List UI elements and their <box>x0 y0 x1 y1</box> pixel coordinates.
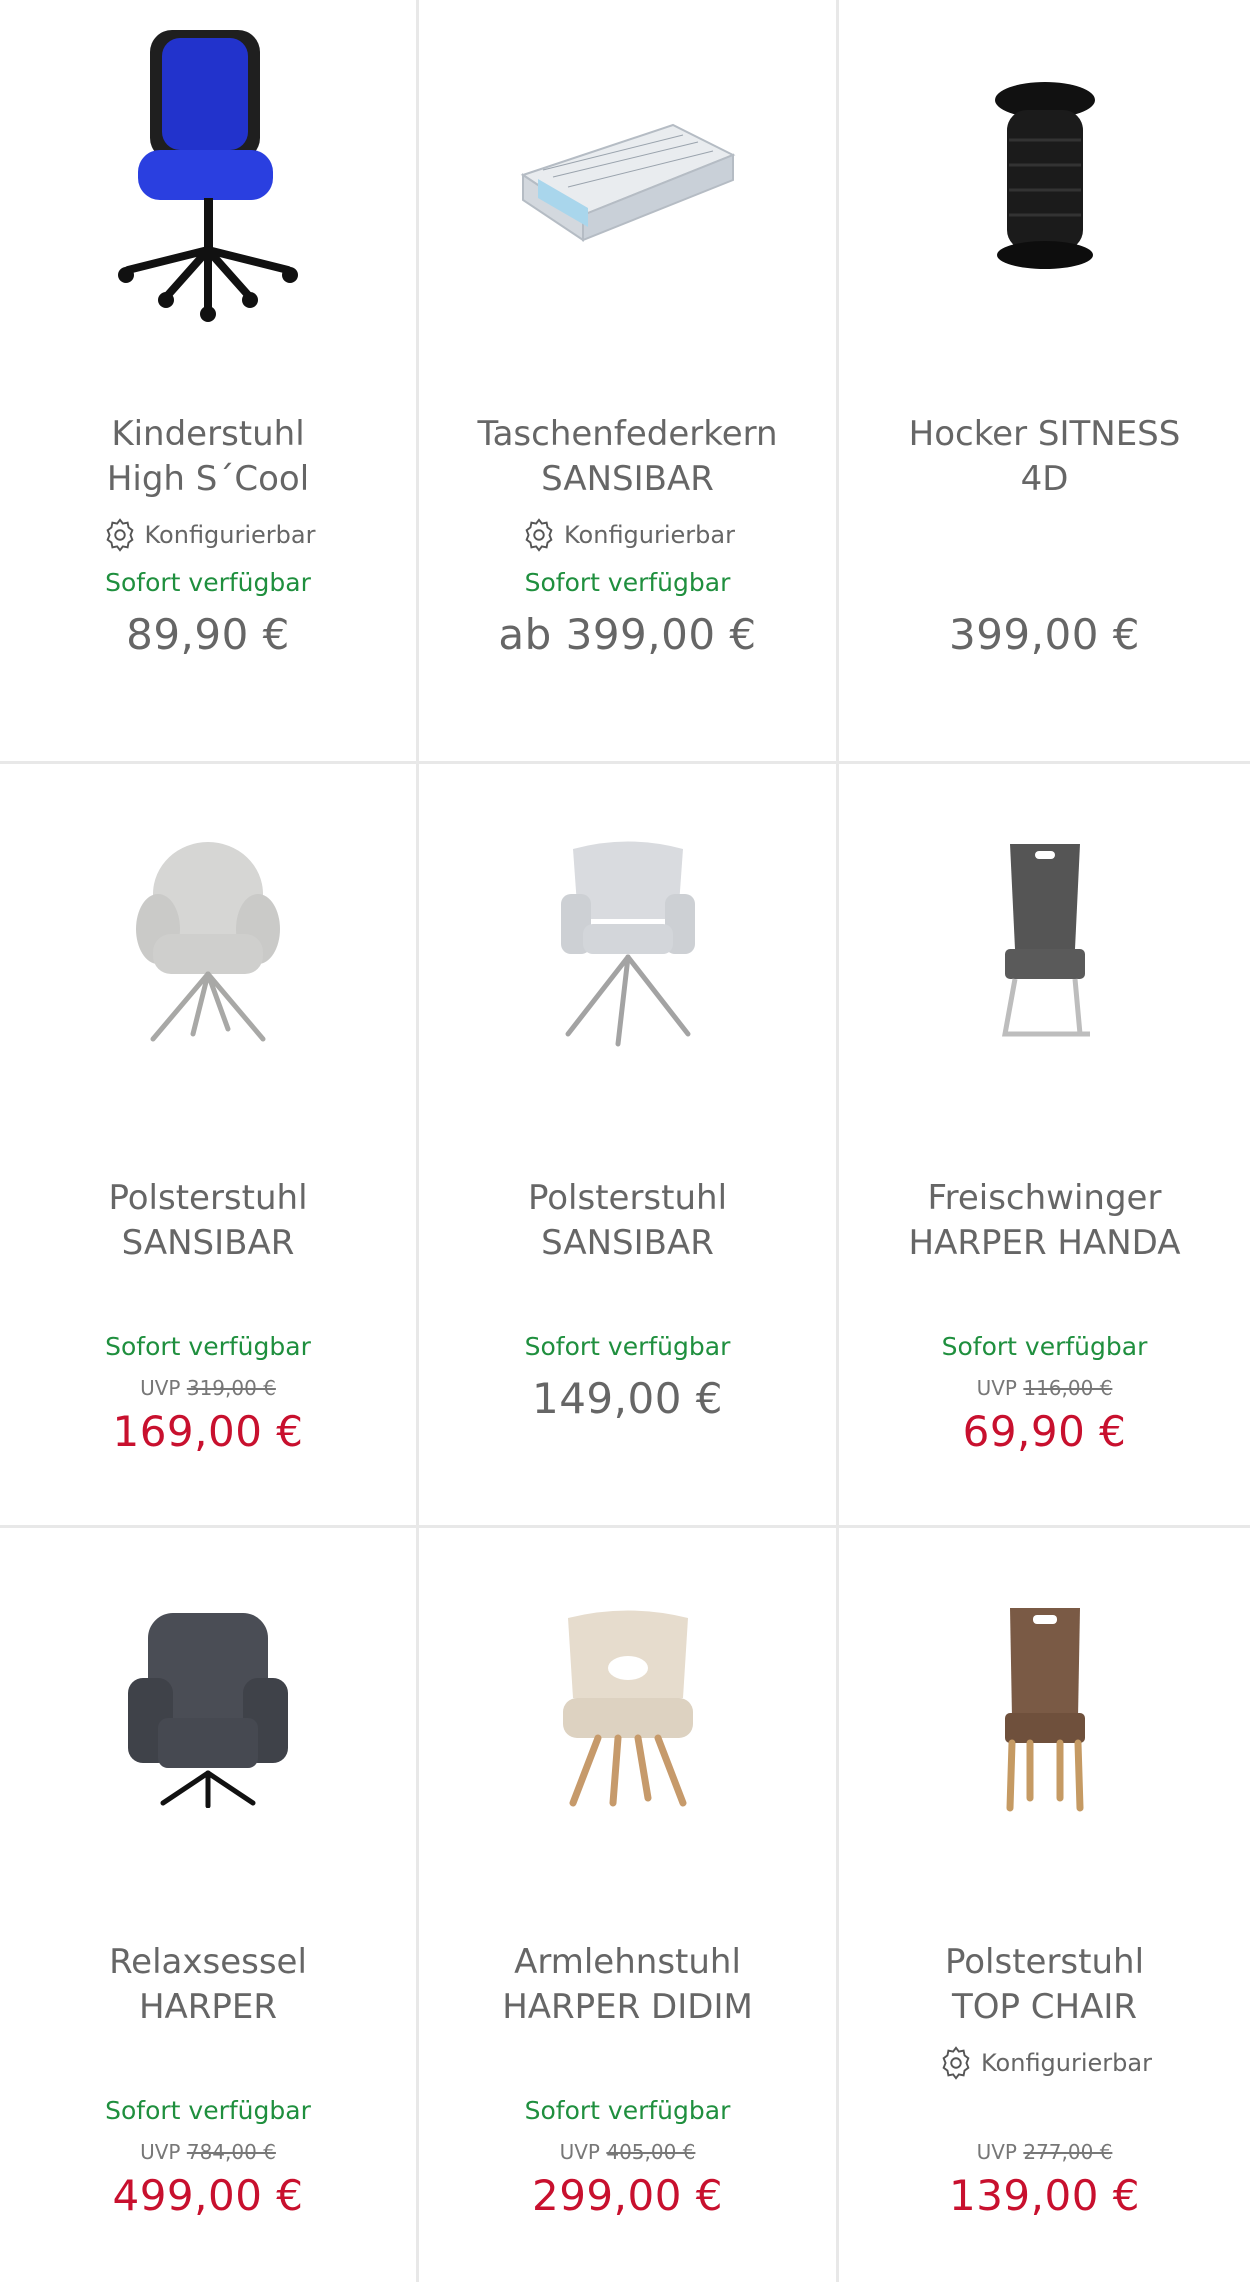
product-name-line2: SANSIBAR <box>541 459 714 499</box>
product-name-line1: Polsterstuhl <box>527 1178 728 1218</box>
uvp-price: UVP 319,00 € <box>0 1376 416 1400</box>
product-price: 169,00 € <box>112 1407 304 1456</box>
product-image[interactable] <box>419 1528 836 1888</box>
configurable-badge: Konfigurierbar <box>839 2044 1250 2082</box>
product-grid: Kinderstuhl High S´Cool Konfigurierbar S… <box>0 0 1250 2282</box>
product-name-line2: HARPER HANDA <box>908 1223 1181 1263</box>
uvp-label: UVP <box>976 1376 1017 1400</box>
dining-chair-icon <box>1004 1608 1085 1812</box>
armchair-icon <box>562 1610 693 1807</box>
product-name-line1: Polsterstuhl <box>108 1178 308 1218</box>
product-tile[interactable]: Polsterstuhl TOP CHAIR Konfigurierbar UV… <box>839 1528 1250 2282</box>
product-name-line1: Kinderstuhl <box>111 414 305 454</box>
product-tile[interactable]: Armlehnstuhl HARPER DIDIM Sofort verfügb… <box>419 1528 839 2282</box>
configurable-label: Konfigurierbar <box>564 521 735 549</box>
product-name[interactable]: Armlehnstuhl HARPER DIDIM <box>439 1940 816 2030</box>
uvp-label: UVP <box>140 2140 181 2164</box>
product-image[interactable] <box>0 0 416 360</box>
product-name-line2: SANSIBAR <box>541 1223 714 1263</box>
product-image[interactable] <box>0 764 416 1124</box>
product-name-line1: Armlehnstuhl <box>514 1942 741 1982</box>
product-image[interactable] <box>419 764 836 1124</box>
availability-label: Sofort verfügbar <box>105 568 311 597</box>
product-name[interactable]: Freischwinger HARPER HANDA <box>859 1176 1230 1266</box>
product-tile[interactable]: Relaxsessel HARPER Sofort verfügbar UVP … <box>0 1528 419 2282</box>
product-image[interactable] <box>0 1528 416 1888</box>
office-chair-icon <box>118 30 298 322</box>
product-image[interactable] <box>839 0 1250 360</box>
product-tile[interactable]: Polsterstuhl SANSIBAR Sofort verfügbar 1… <box>419 764 839 1528</box>
configurable-label: Konfigurierbar <box>144 521 316 549</box>
uvp-label: UVP <box>976 2140 1017 2164</box>
product-tile[interactable]: Hocker SITNESS 4D 399,00 € <box>839 0 1250 764</box>
availability-label: Sofort verfügbar <box>105 1332 311 1361</box>
product-name[interactable]: Polsterstuhl SANSIBAR <box>439 1176 816 1266</box>
cantilever-chair-icon <box>1001 844 1090 1037</box>
uvp-value: 319,00 € <box>186 1376 276 1400</box>
uvp-price: UVP 405,00 € <box>419 2140 836 2164</box>
uvp-price: UVP 116,00 € <box>839 1376 1250 1400</box>
product-price: 89,90 € <box>126 610 290 659</box>
product-name-line2: 4D <box>1020 459 1069 499</box>
product-price: ab 399,00 € <box>498 610 757 659</box>
product-image[interactable] <box>839 764 1250 1124</box>
product-tile[interactable]: Kinderstuhl High S´Cool Konfigurierbar S… <box>0 0 419 764</box>
uvp-price: UVP 277,00 € <box>839 2140 1250 2164</box>
product-tile[interactable]: Freischwinger HARPER HANDA Sofort verfüg… <box>839 764 1250 1528</box>
product-name-line1: Hocker SITNESS <box>908 414 1181 454</box>
product-name-line1: Freischwinger <box>927 1178 1162 1218</box>
product-name-line2: HARPER DIDIM <box>502 1987 753 2027</box>
uvp-value: 784,00 € <box>186 2140 276 2164</box>
availability-label: Sofort verfügbar <box>524 568 731 597</box>
product-name-line2: SANSIBAR <box>121 1223 295 1263</box>
product-name-line1: Polsterstuhl <box>944 1942 1145 1982</box>
uvp-value: 116,00 € <box>1023 1376 1113 1400</box>
product-tile[interactable]: Taschenfederkern SANSIBAR Konfigurierbar… <box>419 0 839 764</box>
armchair-icon <box>560 841 695 1047</box>
uvp-label: UVP <box>559 2140 600 2164</box>
product-name[interactable]: Taschenfederkern SANSIBAR <box>439 412 816 502</box>
product-price: 399,00 € <box>948 610 1141 659</box>
product-price: 299,00 € <box>531 2171 724 2220</box>
product-image[interactable] <box>839 1528 1250 1888</box>
chair-icon <box>136 842 280 1042</box>
uvp-value: 405,00 € <box>606 2140 696 2164</box>
uvp-label: UVP <box>140 1376 181 1400</box>
gear-icon <box>942 2046 970 2080</box>
uvp-value: 277,00 € <box>1023 2140 1113 2164</box>
product-image[interactable] <box>419 0 836 360</box>
availability-label: Sofort verfügbar <box>524 1332 731 1361</box>
availability-label: Sofort verfügbar <box>105 2096 311 2125</box>
product-name-line2: HARPER <box>138 1987 278 2027</box>
availability-label: Sofort verfügbar <box>524 2096 731 2125</box>
product-name[interactable]: Polsterstuhl SANSIBAR <box>20 1176 396 1266</box>
product-price: 139,00 € <box>948 2171 1141 2220</box>
product-price: 149,00 € <box>531 1374 724 1423</box>
uvp-price: UVP 784,00 € <box>0 2140 416 2164</box>
gear-icon <box>105 518 134 552</box>
mattress-icon <box>520 123 735 242</box>
configurable-label: Konfigurierbar <box>981 2049 1152 2077</box>
product-name-line2: TOP CHAIR <box>951 1987 1138 2027</box>
configurable-badge: Konfigurierbar <box>0 516 416 554</box>
product-name[interactable]: Hocker SITNESS 4D <box>859 412 1230 502</box>
gear-icon <box>525 518 553 552</box>
product-name[interactable]: Relaxsessel HARPER <box>20 1940 396 2030</box>
recliner-icon <box>128 1613 288 1808</box>
stool-icon <box>994 82 1095 269</box>
configurable-badge: Konfigurierbar <box>419 516 836 554</box>
product-name[interactable]: Polsterstuhl TOP CHAIR <box>859 1940 1230 2030</box>
availability-label: Sofort verfügbar <box>941 1332 1148 1361</box>
product-name-line2: High S´Cool <box>106 459 310 499</box>
product-price: 499,00 € <box>112 2171 304 2220</box>
product-name-line1: Relaxsessel <box>109 1942 307 1982</box>
product-tile[interactable]: Polsterstuhl SANSIBAR Sofort verfügbar U… <box>0 764 419 1528</box>
product-name[interactable]: Kinderstuhl High S´Cool <box>20 412 396 502</box>
product-price: 69,90 € <box>962 1407 1127 1456</box>
product-name-line1: Taschenfederkern <box>477 414 778 454</box>
